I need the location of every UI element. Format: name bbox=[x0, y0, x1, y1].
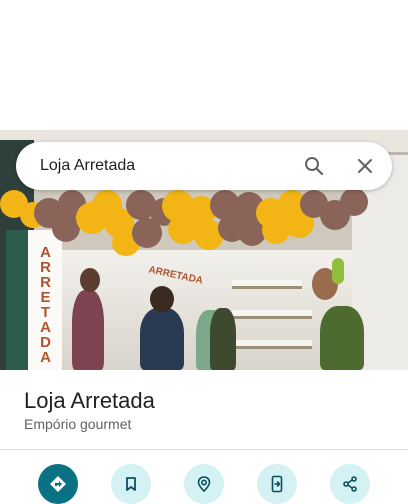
bookmark-icon bbox=[126, 477, 136, 491]
send-to-phone-icon bbox=[271, 475, 283, 493]
save-button[interactable] bbox=[111, 464, 151, 504]
section-divider bbox=[0, 449, 408, 450]
nearby-icon bbox=[197, 476, 211, 493]
photo-person bbox=[140, 308, 184, 370]
photo-sign-text: ARRETADA bbox=[37, 244, 54, 364]
photo-shelf bbox=[232, 340, 312, 349]
photo-person-head bbox=[150, 286, 174, 312]
photo-balloon bbox=[340, 188, 368, 216]
photo-person bbox=[72, 290, 104, 370]
directions-icon bbox=[50, 476, 66, 492]
close-icon[interactable] bbox=[353, 154, 377, 178]
search-icon[interactable] bbox=[302, 154, 326, 178]
place-title: Loja Arretada bbox=[24, 388, 155, 413]
place-category[interactable]: Empório gourmet bbox=[24, 416, 131, 432]
nearby-button[interactable] bbox=[184, 464, 224, 504]
share-icon bbox=[343, 476, 357, 492]
photo-balloon-garland bbox=[0, 180, 408, 260]
directions-button[interactable] bbox=[38, 464, 78, 504]
send-to-phone-button[interactable] bbox=[257, 464, 297, 504]
share-button[interactable] bbox=[330, 464, 370, 504]
photo-person bbox=[210, 308, 236, 370]
photo-cactus-decoration bbox=[332, 258, 344, 284]
search-bar[interactable]: Loja Arretada bbox=[16, 142, 392, 190]
photo-shelf bbox=[232, 310, 312, 319]
photo-shelf bbox=[232, 280, 302, 289]
photo-person-head bbox=[80, 268, 100, 292]
photo-person bbox=[320, 306, 364, 370]
search-query-text[interactable]: Loja Arretada bbox=[40, 157, 135, 175]
